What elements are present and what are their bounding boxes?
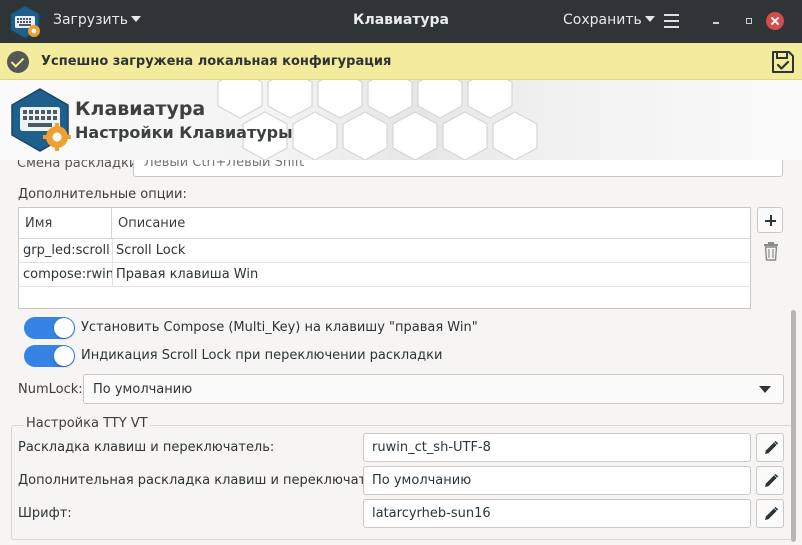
keyboard-gear-icon	[11, 88, 71, 152]
banner: Клавиатура Настройки Клавиатуры	[0, 80, 802, 160]
compose-toggle[interactable]	[24, 317, 75, 339]
scroll-lock-toggle-label: Индикация Scroll Lock при переключении р…	[81, 348, 443, 363]
pencil-icon	[765, 506, 779, 520]
pencil-icon	[765, 473, 779, 487]
numlock-select[interactable]: По умолчанию	[83, 374, 784, 404]
settings-content: Смена раскладки: Левый Ctrl+Левый Shift …	[0, 160, 802, 545]
banner-subtitle: Настройки Клавиатуры	[75, 123, 293, 142]
chevron-down-icon	[759, 386, 771, 393]
column-header-name[interactable]: Имя	[19, 208, 112, 239]
header-bar: Загрузить Клавиатура Сохранить	[0, 0, 802, 43]
edit-font-button[interactable]	[756, 499, 784, 528]
pencil-icon	[765, 440, 779, 454]
save-check-icon[interactable]	[770, 49, 796, 75]
load-label: Загрузить	[53, 12, 129, 28]
caret-down-icon	[644, 16, 655, 22]
hexagon-pattern	[217, 80, 538, 160]
extra-options-label: Дополнительные опции:	[18, 187, 187, 202]
table-row[interactable]: compose:rwin Правая клавиша Win	[19, 263, 750, 287]
tty-frame-title: Настройка TTY VT	[24, 416, 150, 431]
save-menu-button[interactable]: Сохранить	[563, 12, 655, 28]
save-label: Сохранить	[563, 12, 642, 28]
tty-extra-keymap-field[interactable]: По умолчанию	[363, 466, 751, 495]
edit-keymap-button[interactable]	[756, 433, 784, 462]
tty-keymap-label: Раскладка клавиш и переключатель:	[18, 440, 275, 455]
table-row[interactable]: grp_led:scroll Scroll Lock	[19, 239, 750, 263]
option-description: Правая клавиша Win	[116, 267, 259, 282]
column-header-description[interactable]: Описание	[112, 208, 750, 239]
option-name: grp_led:scroll	[23, 243, 110, 258]
tty-font-label: Шрифт:	[18, 506, 72, 521]
numlock-value: По умолчанию	[93, 382, 193, 397]
info-message: Успешно загружена локальная конфигурация	[41, 54, 392, 69]
load-menu-button[interactable]: Загрузить	[53, 12, 142, 28]
trash-icon[interactable]	[762, 241, 780, 261]
close-button[interactable]	[766, 12, 784, 30]
tty-extra-keymap-label: Дополнительная раскладка клавиш и перекл…	[18, 473, 395, 488]
layout-switch-combo[interactable]: Левый Ctrl+Левый Shift	[133, 160, 783, 177]
add-option-button[interactable]	[757, 207, 783, 233]
maximize-button[interactable]	[739, 11, 759, 31]
option-name: compose:rwin	[23, 267, 114, 282]
scroll-lock-toggle[interactable]	[24, 345, 75, 367]
layout-switch-label: Смена раскладки:	[17, 160, 142, 171]
check-circle-icon	[7, 51, 29, 73]
edit-extra-keymap-button[interactable]	[756, 466, 784, 495]
banner-title: Клавиатура	[75, 98, 206, 120]
minimize-button[interactable]	[706, 11, 726, 31]
tty-keymap-field[interactable]: ruwin_ct_sh-UTF-8	[363, 433, 751, 462]
tty-font-field[interactable]: latarcyrheb-sun16	[363, 499, 751, 528]
options-table: Имя Описание grp_led:scroll Scroll Lock …	[18, 207, 751, 309]
option-description: Scroll Lock	[116, 243, 186, 258]
scrollbar[interactable]	[791, 310, 796, 542]
info-bar: Успешно загружена локальная конфигурация	[0, 43, 802, 80]
numlock-label: NumLock:	[18, 382, 83, 397]
caret-down-icon	[131, 16, 142, 22]
hamburger-icon[interactable]	[664, 14, 679, 28]
compose-toggle-label: Установить Compose (Multi_Key) на клавиш…	[81, 320, 478, 335]
keyboard-gear-icon	[10, 5, 40, 39]
